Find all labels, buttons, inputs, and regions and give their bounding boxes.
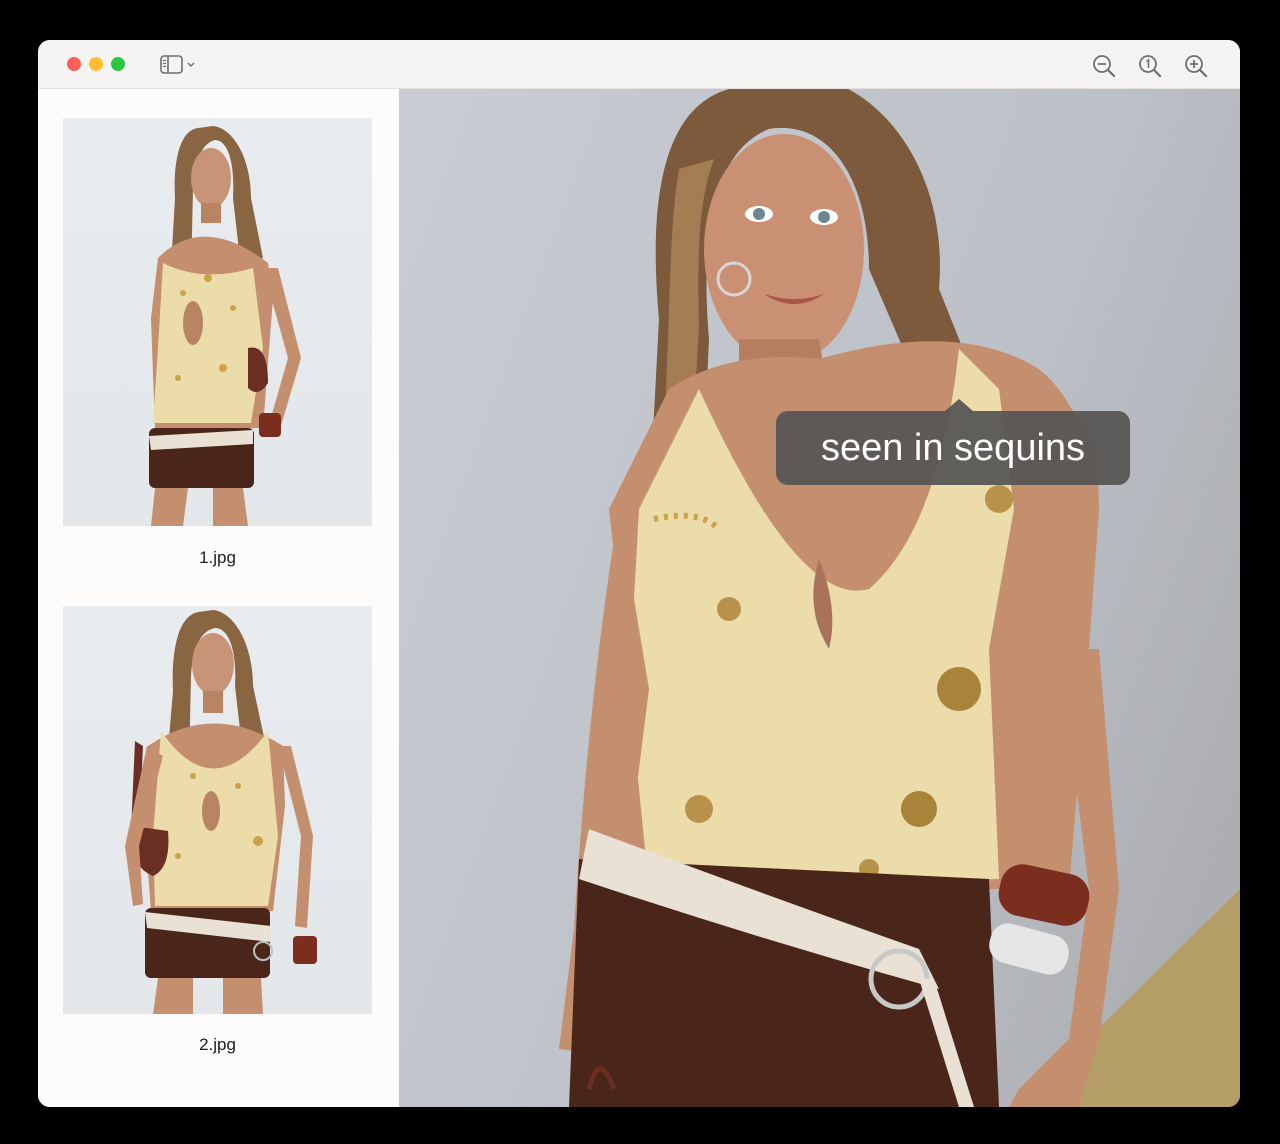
image-tooltip: seen in sequins	[776, 399, 1130, 485]
thumbnail-2[interactable]	[63, 606, 372, 1014]
zoom-in-button[interactable]	[1183, 53, 1209, 78]
sidebar-icon	[160, 55, 195, 74]
image-viewer[interactable]: seen in sequins	[399, 89, 1240, 1107]
zoom-in-icon	[1185, 55, 1208, 78]
actual-size-button[interactable]	[1137, 53, 1163, 78]
thumbnail-label: 2.jpg	[199, 1035, 236, 1054]
preview-window: 1.jpg 2.jpg seen in sequins	[38, 40, 1240, 1107]
minimize-button[interactable]	[89, 57, 103, 71]
tooltip-text: seen in sequins	[820, 427, 1086, 469]
actual-size-icon	[1139, 55, 1162, 78]
thumbnail-1[interactable]	[63, 118, 372, 526]
main-photo	[559, 89, 1240, 1107]
title-bar	[38, 40, 1240, 89]
thumbnail-label: 1.jpg	[199, 548, 236, 567]
thumbnail-photo	[149, 126, 301, 526]
sidebar-toggle-button[interactable]	[158, 54, 202, 76]
maximize-button[interactable]	[111, 57, 125, 71]
tooltip-arrow	[945, 399, 973, 411]
zoom-out-button[interactable]	[1091, 53, 1117, 78]
close-button[interactable]	[67, 57, 81, 71]
thumbnail-photo	[125, 610, 317, 1014]
zoom-out-icon	[1093, 55, 1116, 78]
thumbnail-sidebar: 1.jpg 2.jpg	[38, 89, 399, 1107]
